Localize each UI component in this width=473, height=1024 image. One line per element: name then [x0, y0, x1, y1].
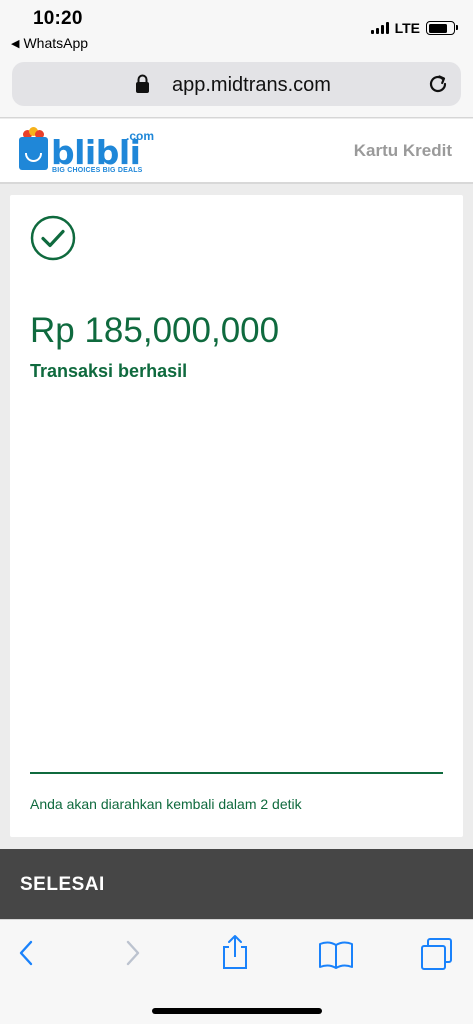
- transaction-result-card: Rp 185,000,000 Transaksi berhasil Anda a…: [10, 195, 463, 837]
- back-to-app-link[interactable]: ◀ WhatsApp: [11, 35, 88, 51]
- back-icon[interactable]: [16, 938, 38, 973]
- bookmarks-icon[interactable]: [318, 940, 354, 975]
- check-circle-icon: [30, 215, 76, 261]
- browser-toolbar: [0, 919, 473, 1024]
- url-text: app.midtrans.com: [172, 74, 331, 96]
- address-bar[interactable]: app.midtrans.com: [12, 62, 461, 106]
- forward-icon[interactable]: [121, 938, 143, 973]
- signal-icon: [370, 22, 389, 34]
- home-indicator: [152, 1008, 322, 1014]
- merchant-header: blibli .com BIG CHOICES BIG DEALS Kartu …: [0, 119, 473, 184]
- status-time: 10:20: [33, 8, 83, 29]
- redirect-message: Anda akan diarahkan kembali dalam 2 deti…: [30, 796, 302, 812]
- network-label: LTE: [394, 20, 420, 36]
- tabs-icon[interactable]: [419, 936, 455, 977]
- reload-icon[interactable]: [427, 73, 449, 100]
- lock-icon: [135, 74, 150, 99]
- battery-icon: [426, 21, 458, 35]
- blibli-logo: blibli .com BIG CHOICES BIG DEALS: [19, 127, 154, 177]
- triangle-left-icon: ◀: [11, 37, 20, 50]
- done-label: SELESAI: [20, 874, 105, 895]
- transaction-status: Transaksi berhasil: [30, 361, 188, 381]
- transaction-amount: Rp 185,000,000: [30, 311, 280, 350]
- status-bar: 10:20 ◀ WhatsApp LTE: [0, 0, 473, 56]
- browser-address-area: app.midtrans.com: [0, 56, 473, 118]
- payment-method-title: Kartu Kredit: [353, 141, 452, 160]
- done-button[interactable]: SELESAI: [0, 849, 473, 919]
- share-icon[interactable]: [220, 934, 250, 975]
- logo-bag: [19, 137, 48, 170]
- status-indicators: LTE: [370, 20, 458, 36]
- back-app-label: WhatsApp: [23, 35, 89, 51]
- divider: [30, 772, 443, 774]
